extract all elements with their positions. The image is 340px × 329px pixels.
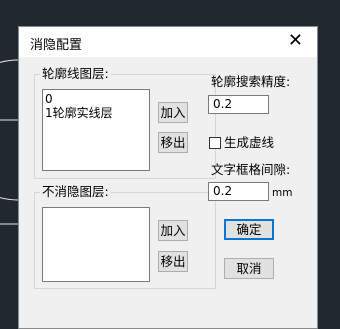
- contour-remove-button[interactable]: 移出: [158, 132, 188, 153]
- generate-dashed-label: 生成虚线: [224, 135, 275, 150]
- text-frame-gap-input[interactable]: 0.2: [208, 182, 269, 201]
- search-precision-label: 轮廓搜索精度:: [211, 74, 291, 89]
- unhidden-layers-list[interactable]: [42, 207, 150, 282]
- list-item[interactable]: 1轮廓实线层: [45, 106, 147, 120]
- list-item[interactable]: 0: [45, 92, 147, 106]
- close-icon[interactable]: ✕: [288, 32, 303, 50]
- hidden-line-config-dialog: 消隐配置 ✕ 轮廓线图层: 0 1轮廓实线层 加入 移出 不消隐图层: 加入 移…: [18, 26, 318, 329]
- dialog-title: 消隐配置: [30, 38, 83, 53]
- text-frame-gap-label: 文字框格间隙:: [211, 162, 291, 177]
- unhidden-add-button[interactable]: 加入: [158, 220, 188, 241]
- unhidden-layers-label: 不消隐图层:: [40, 184, 111, 199]
- text-frame-gap-unit: mm: [272, 187, 293, 199]
- unhidden-remove-button[interactable]: 移出: [158, 251, 188, 272]
- search-precision-input[interactable]: 0.2: [208, 95, 269, 114]
- ok-button[interactable]: 确定: [224, 219, 274, 240]
- cancel-button[interactable]: 取消: [224, 258, 274, 279]
- contour-layers-label: 轮廓线图层:: [40, 66, 111, 81]
- dialog-titlebar: 消隐配置 ✕: [19, 27, 317, 57]
- contour-add-button[interactable]: 加入: [158, 102, 188, 123]
- generate-dashed-checkbox[interactable]: [209, 137, 221, 149]
- contour-layers-list[interactable]: 0 1轮廓实线层: [42, 89, 150, 171]
